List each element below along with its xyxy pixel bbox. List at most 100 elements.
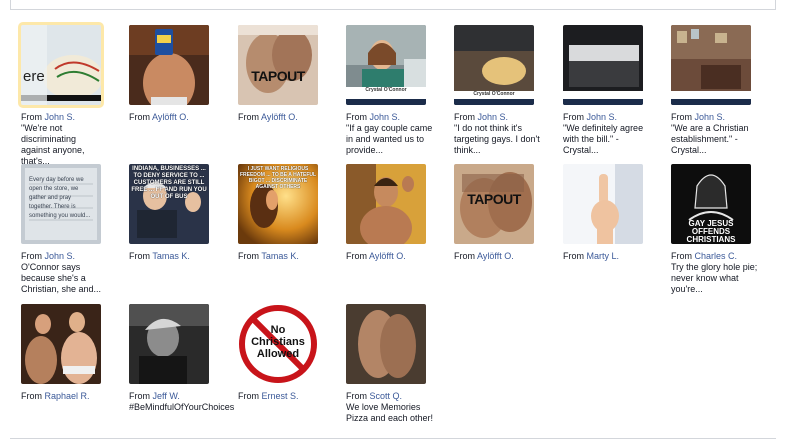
photo-item: I JUST WANT RELIGIOUS FREEDOM ... TO BE …: [238, 164, 342, 262]
photo-caption: O'Connor says because she's a Christian,…: [21, 262, 102, 294]
author-link[interactable]: John S.: [45, 251, 76, 261]
photo-thumbnail[interactable]: ere: [18, 22, 104, 108]
photo-item: Every day before we open the store, we g…: [21, 164, 125, 295]
author-link[interactable]: Scott Q.: [370, 391, 403, 401]
photo-item: TAPOUT From Aylöfft O.: [454, 164, 558, 262]
photo-credit: From Jeff W.: [129, 391, 180, 401]
photo-caption: "We are a Christian establishment." - Cr…: [671, 123, 749, 155]
photo-thumbnail[interactable]: [346, 304, 426, 384]
embracing-men-image: [346, 304, 426, 384]
photo-item: GAY JESUS OFFENDS CHRISTIANS From Charle…: [671, 164, 775, 295]
photo-grid: ere From John S. "We're not discriminati…: [0, 0, 800, 442]
photo-item: From John S. "We are a Christian establi…: [671, 25, 775, 156]
photo-credit: From John S.: [346, 112, 401, 122]
photo-thumbnail[interactable]: GAY JESUS OFFENDS CHRISTIANS: [671, 164, 751, 244]
photo-credit: From Aylöfft O.: [346, 251, 406, 261]
meme-text: I JUST WANT RELIGIOUS FREEDOM ... TO BE …: [239, 166, 317, 190]
tapout-image: [238, 25, 318, 105]
photo-caption: We love Memories Pizza and each other!: [346, 402, 434, 423]
meme-text: GAY JESUS OFFENDS CHRISTIANS: [686, 219, 736, 244]
author-link[interactable]: Aylöfft O.: [477, 251, 514, 261]
photo-item: From Jeff W. #BeMindfulOfYourChoices: [129, 304, 234, 413]
photo-thumbnail[interactable]: TAPOUT: [454, 164, 534, 244]
photo-thumbnail[interactable]: [346, 164, 426, 244]
photo-thumbnail[interactable]: INDIANA, BUSINESSES ... TO DENY SERVICE …: [129, 164, 209, 244]
photo-credit: From Aylöfft O.: [238, 112, 298, 122]
photo-item: Crystal O'Connor From John S. "I do not …: [454, 25, 558, 156]
photo-thumbnail[interactable]: [671, 25, 751, 105]
photo-credit: From Scott Q.: [346, 391, 403, 401]
selfie-man-image: [346, 164, 426, 244]
photo-caption: Try the glory hole pie; never know what …: [671, 262, 758, 294]
middle-finger-image: [563, 164, 643, 244]
author-link[interactable]: Aylöfft O.: [152, 112, 189, 122]
news-chyron-text: Crystal O'Connor: [473, 91, 515, 97]
author-link[interactable]: Jeff W.: [153, 391, 180, 401]
tapout-logo-text: TAPOUT: [467, 191, 521, 207]
photo-credit: From Aylöfft O.: [129, 112, 189, 122]
photo-credit: From Marty L.: [563, 251, 620, 261]
photo-credit: From John S.: [21, 112, 76, 122]
author-link[interactable]: Ernest S.: [262, 391, 299, 401]
photo-credit: From Tamas K.: [238, 251, 299, 261]
photo-thumbnail[interactable]: TAPOUT: [238, 25, 318, 105]
author-link[interactable]: Aylöfft O.: [369, 251, 406, 261]
photo-thumbnail[interactable]: Crystal O'Connor: [454, 25, 534, 105]
bw-portrait-image: [129, 304, 209, 384]
photo-caption: "We're not discriminating against anyone…: [21, 123, 85, 166]
photo-item: INDIANA, BUSINESSES ... TO DENY SERVICE …: [129, 164, 233, 262]
party-crowd-image: [21, 304, 101, 384]
photo-thumbnail[interactable]: Crystal O'Connor: [346, 25, 426, 105]
photo-credit: From Tamas K.: [129, 251, 190, 261]
photo-credit: From John S.: [671, 112, 726, 122]
bottom-divider: [10, 438, 776, 439]
photo-item: No Christians Allowed From Ernest S.: [238, 304, 342, 402]
photo-credit: From Raphael R.: [21, 391, 90, 401]
author-link[interactable]: John S.: [695, 112, 726, 122]
photo-caption: "We definitely agree with the bill." - C…: [563, 123, 644, 155]
photo-item: From Raphael R.: [21, 304, 125, 402]
photo-credit: From Aylöfft O.: [454, 251, 514, 261]
photo-thumbnail[interactable]: No Christians Allowed: [238, 304, 318, 384]
photo-thumbnail[interactable]: [129, 25, 209, 105]
author-link[interactable]: Marty L.: [587, 251, 620, 261]
photo-item: Crystal O'Connor From John S. "If a gay …: [346, 25, 450, 156]
tapout-logo-text: TAPOUT: [251, 68, 305, 84]
photo-item: TAPOUT From Aylöfft O.: [238, 25, 342, 123]
author-link[interactable]: John S.: [370, 112, 401, 122]
photo-thumbnail[interactable]: [129, 304, 209, 384]
photo-overlay-text: ere: [23, 68, 45, 85]
photo-item: From Scott Q. We love Memories Pizza and…: [346, 304, 450, 424]
photo-credit: From John S.: [454, 112, 509, 122]
photo-thumbnail[interactable]: Every day before we open the store, we g…: [21, 164, 101, 244]
photo-item: ere From John S. "We're not discriminati…: [18, 22, 125, 167]
author-link[interactable]: Charles C.: [695, 251, 738, 261]
photo-item: From Aylöfft O.: [129, 25, 233, 123]
handwritten-note-text: Every day before we open the store, we g…: [29, 177, 91, 219]
photo-credit: From Charles C.: [671, 251, 738, 261]
photo-thumbnail[interactable]: [563, 25, 643, 105]
photo-credit: From John S.: [563, 112, 618, 122]
author-link[interactable]: Aylöfft O.: [261, 112, 298, 122]
photo-item: From John S. "We definitely agree with t…: [563, 25, 667, 156]
pizza-oven-image: [563, 25, 643, 105]
photo-item: From Marty L.: [563, 164, 667, 262]
photo-caption: "I do not think it's targeting gays. I d…: [454, 123, 540, 155]
photo-caption: "If a gay couple came in and wanted us t…: [346, 123, 433, 155]
photo-thumbnail[interactable]: [563, 164, 643, 244]
photo-thumbnail[interactable]: [21, 304, 101, 384]
photo-credit: From John S.: [21, 251, 76, 261]
author-link[interactable]: Tamas K.: [152, 251, 190, 261]
author-link[interactable]: Tamas K.: [261, 251, 299, 261]
meme-text: INDIANA, BUSINESSES ... TO DENY SERVICE …: [131, 166, 207, 200]
sign-text: No Christians Allowed: [251, 324, 305, 360]
photo-thumbnail[interactable]: I JUST WANT RELIGIOUS FREEDOM ... TO BE …: [238, 164, 318, 244]
author-link[interactable]: John S.: [45, 112, 76, 122]
photo-item: From Aylöfft O.: [346, 164, 450, 262]
author-link[interactable]: Raphael R.: [45, 391, 90, 401]
shirtless-man-image: [129, 25, 209, 105]
author-link[interactable]: John S.: [478, 112, 509, 122]
author-link[interactable]: John S.: [587, 112, 618, 122]
pizza-sign-image: [21, 25, 101, 105]
news-interview-image: [346, 25, 426, 105]
